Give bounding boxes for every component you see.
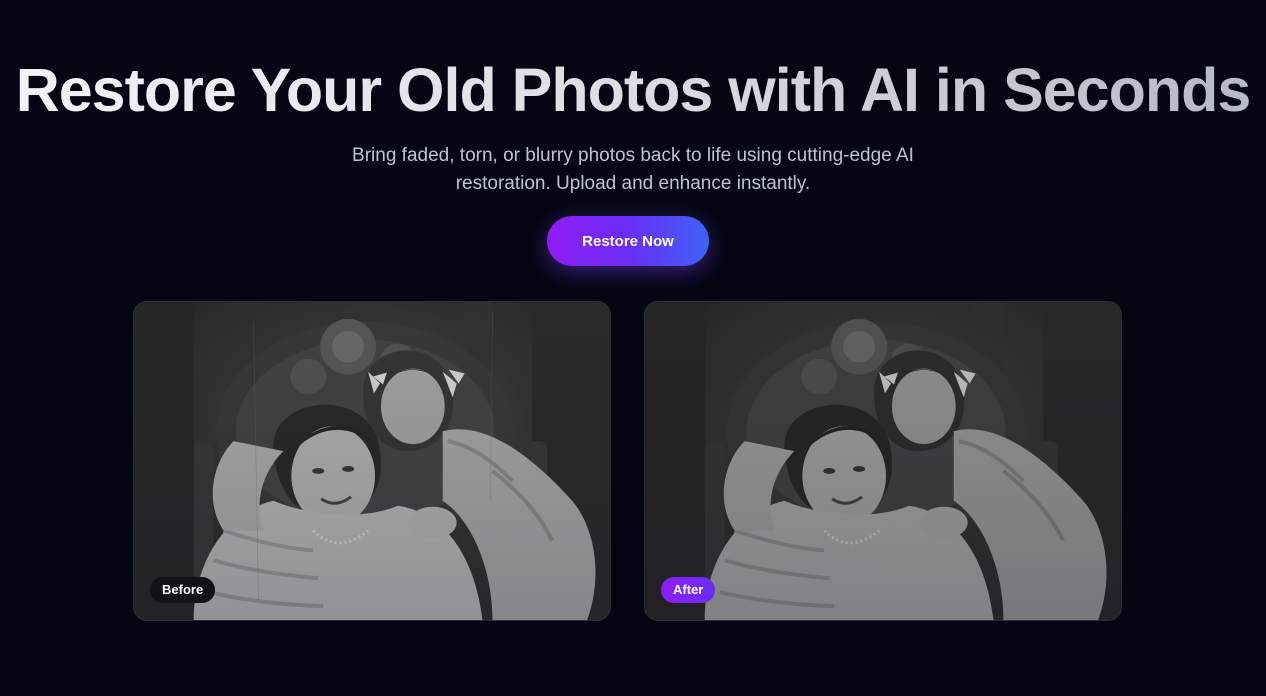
hero-title: Restore Your Old Photos with AI in Secon…: [0, 54, 1266, 126]
page: Restore Your Old Photos with AI in Secon…: [0, 0, 1266, 696]
after-badge: After: [661, 577, 716, 603]
restore-now-button[interactable]: Restore Now: [547, 216, 709, 266]
photo-overlay: [134, 302, 610, 620]
before-badge: Before: [150, 577, 216, 603]
hero-subtitle-line-1: Bring faded, torn, or blurry photos back…: [352, 145, 914, 166]
photo-overlay: [645, 302, 1121, 620]
hero-subtitle-line-2: restoration. Upload and enhance instantl…: [455, 173, 811, 194]
after-photo-card: After: [644, 301, 1122, 621]
hero-subtitle: Bring faded, torn, or blurry photos back…: [323, 142, 943, 198]
before-photo-card: Before: [133, 301, 611, 621]
